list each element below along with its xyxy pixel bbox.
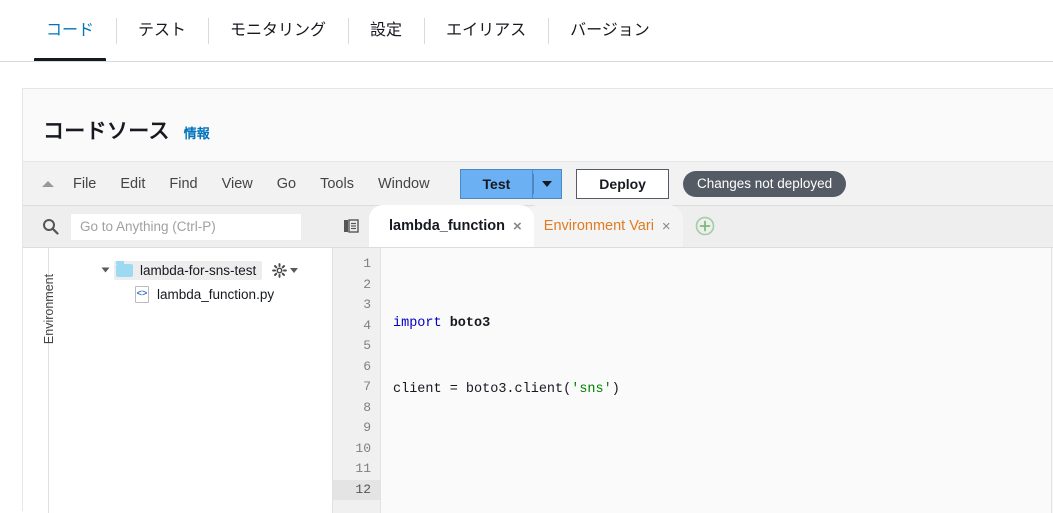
menu-find[interactable]: Find <box>157 162 209 206</box>
editor-tabbar: lambda_function × Environment Vari × <box>333 206 1053 247</box>
code-line-3 <box>393 445 1053 466</box>
code-line-2: client = boto3.client('sns') <box>393 380 1053 401</box>
close-icon[interactable]: × <box>662 219 671 234</box>
line-number: 1 <box>333 254 380 275</box>
environment-rail-label: Environment <box>42 259 56 359</box>
add-tab-icon[interactable] <box>687 205 723 247</box>
search-input[interactable] <box>71 214 301 240</box>
line-number-gutter: 1 2 3 4 5 6 7 8 9 10 11 12 <box>333 248 381 513</box>
editor-tab-lambda-function[interactable]: lambda_function × <box>369 205 534 247</box>
line-number: 3 <box>333 295 380 316</box>
ide-subbar: lambda_function × Environment Vari × <box>23 206 1053 248</box>
chevron-down-icon[interactable] <box>102 268 110 273</box>
folder-label: lambda-for-sns-test <box>140 263 256 278</box>
code-source-panel: コードソース 情報 File Edit Find View Go Tools W… <box>22 88 1053 511</box>
editor-tab-environment-variables[interactable]: Environment Vari × <box>524 205 683 247</box>
line-number: 11 <box>333 459 380 480</box>
chevron-down-icon <box>290 268 298 273</box>
line-number: 12 <box>333 480 380 501</box>
search-icon[interactable] <box>37 218 63 235</box>
file-label: lambda_function.py <box>157 287 274 302</box>
gear-icon[interactable] <box>272 263 298 278</box>
tab-code-label: コード <box>46 22 94 39</box>
tab-code[interactable]: コード <box>24 0 116 62</box>
line-number: 6 <box>333 357 380 378</box>
code-file-icon: <> <box>135 286 149 303</box>
tab-configuration[interactable]: 設定 <box>348 0 424 62</box>
line-number: 5 <box>333 336 380 357</box>
line-number: 4 <box>333 316 380 337</box>
ide-action-buttons: Test Deploy Changes not deployed <box>460 169 847 199</box>
info-link[interactable]: 情報 <box>184 123 210 142</box>
test-button-group: Test <box>460 169 563 199</box>
console-tab-bar: コード テスト モニタリング 設定 エイリアス バージョン <box>0 0 1053 62</box>
line-number: 8 <box>333 398 380 419</box>
code-surface[interactable]: import boto3 client = boto3.client('sns'… <box>381 248 1053 513</box>
test-button[interactable]: Test <box>460 169 533 199</box>
tab-monitoring-label: モニタリング <box>230 22 326 39</box>
panel-header: コードソース 情報 <box>23 89 1053 161</box>
menu-tools[interactable]: Tools <box>308 162 366 206</box>
tab-configuration-label: 設定 <box>370 22 402 39</box>
tab-list-icon[interactable] <box>333 205 369 247</box>
tab-aliases-label: エイリアス <box>446 22 526 39</box>
triangle-up-icon <box>42 181 54 187</box>
folder-name-wrap: lambda-for-sns-test <box>114 261 262 280</box>
menu-window[interactable]: Window <box>366 162 442 206</box>
ide-menubar: File Edit Find View Go Tools Window Test… <box>23 162 1053 206</box>
test-dropdown-button[interactable] <box>532 169 562 199</box>
tree-folder-lambda-for-sns-test[interactable]: lambda-for-sns-test <box>49 258 332 282</box>
search-zone <box>23 206 333 247</box>
menu-go[interactable]: Go <box>265 162 308 206</box>
status-badge: Changes not deployed <box>683 171 846 197</box>
page-title: コードソース <box>43 115 170 145</box>
close-icon[interactable]: × <box>513 219 522 234</box>
token-string: 'sns' <box>571 382 612 397</box>
line-number: 7 <box>333 377 380 398</box>
cloud9-ide: File Edit Find View Go Tools Window Test… <box>23 161 1053 512</box>
line-number: 2 <box>333 275 380 296</box>
tab-test[interactable]: テスト <box>116 0 208 62</box>
collapse-panel-icon[interactable] <box>35 181 61 187</box>
line-number: 10 <box>333 439 380 460</box>
folder-icon <box>116 264 133 277</box>
tab-versions-label: バージョン <box>570 22 650 39</box>
environment-rail[interactable]: Environment <box>23 248 49 513</box>
editor-tab-label: lambda_function <box>389 218 505 234</box>
token-keyword: import <box>393 316 442 331</box>
editor-tab-label: Environment Vari <box>544 218 654 234</box>
line-number: 9 <box>333 418 380 439</box>
file-tree: lambda-for-sns-test <box>49 248 333 513</box>
tab-aliases[interactable]: エイリアス <box>424 0 548 62</box>
code-line-1: import boto3 <box>393 314 1053 335</box>
tab-test-label: テスト <box>138 22 186 39</box>
menu-file[interactable]: File <box>61 162 108 206</box>
tab-versions[interactable]: バージョン <box>548 0 672 62</box>
deploy-button[interactable]: Deploy <box>576 169 669 199</box>
tabbar-divider <box>0 61 1053 62</box>
token-paren: ) <box>612 382 620 397</box>
tab-monitoring[interactable]: モニタリング <box>208 0 348 62</box>
menu-view[interactable]: View <box>210 162 265 206</box>
token-module: boto3 <box>442 316 491 331</box>
code-editor[interactable]: 1 2 3 4 5 6 7 8 9 10 11 12 import boto3 <box>333 248 1053 513</box>
token-assign: client = boto3.client( <box>393 382 571 397</box>
chevron-down-icon <box>542 181 552 187</box>
ide-body: Environment lambda-for-sns-test <box>23 248 1053 513</box>
tree-file-lambda-function-py[interactable]: <> lambda_function.py <box>49 282 332 306</box>
menu-edit[interactable]: Edit <box>108 162 157 206</box>
console-tabstrip: コード テスト モニタリング 設定 エイリアス バージョン <box>0 0 1053 62</box>
